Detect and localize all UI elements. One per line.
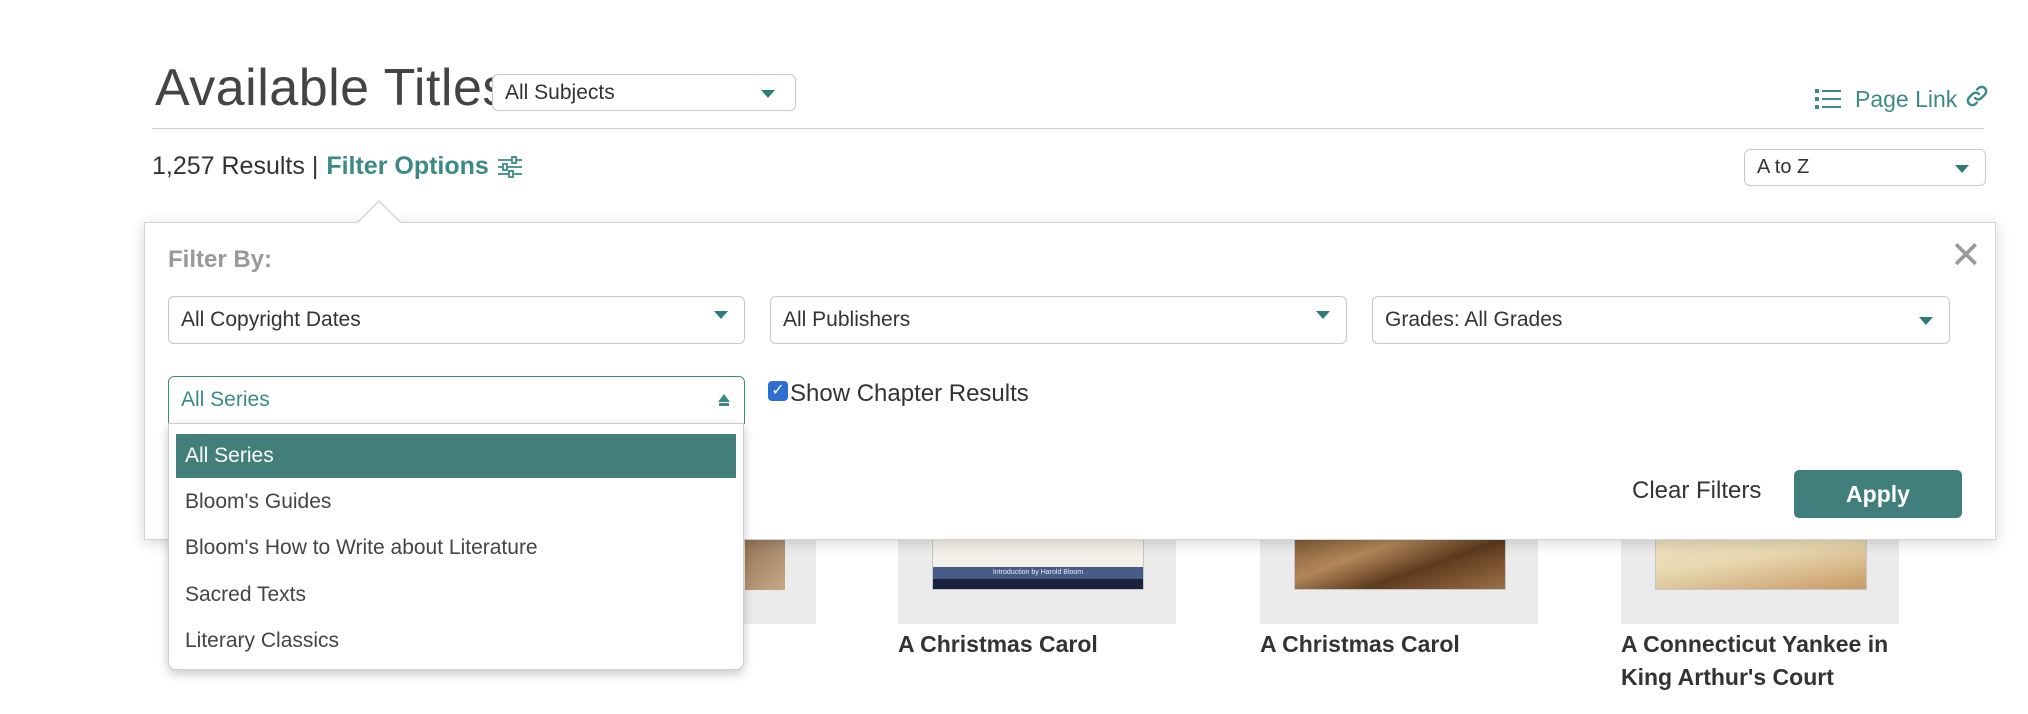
filter-heading: Filter By: [168, 246, 273, 273]
chevron-down-icon [761, 90, 775, 98]
series-option[interactable]: All Series [176, 434, 736, 478]
chevron-down-icon [1955, 165, 1969, 173]
chevron-down-icon [714, 311, 728, 319]
copyright-select-value: All Copyright Dates [181, 308, 361, 331]
show-chapter-label: Show Chapter Results [790, 380, 1029, 407]
grades-select-value: Grades: All Grades [1385, 308, 1563, 331]
subject-select-value: All Subjects [505, 80, 615, 104]
book-title[interactable]: A Christmas Carol [898, 628, 1198, 661]
subject-select[interactable]: All Subjects [492, 74, 796, 111]
panel-pointer-inner [358, 202, 400, 223]
series-option[interactable]: Literary Classics [176, 619, 736, 663]
link-icon [1965, 84, 1989, 114]
sort-select[interactable]: A to Z [1744, 149, 1986, 186]
copyright-select[interactable]: All Copyright Dates [168, 296, 745, 344]
clear-filters-button[interactable]: Clear Filters [1632, 477, 1761, 505]
results-count: 1,257 Results | [152, 152, 319, 180]
sliders-icon[interactable] [497, 155, 523, 179]
filter-options-link[interactable]: Filter Options [326, 152, 489, 181]
page-link[interactable]: Page Link [1815, 84, 1989, 114]
series-option[interactable]: Sacred Texts [176, 573, 736, 617]
book-cover-caption: Introduction by Harold Bloom [992, 569, 1084, 576]
apply-button[interactable]: Apply [1794, 470, 1962, 518]
publisher-select-value: All Publishers [783, 308, 911, 331]
header-divider [152, 128, 1984, 129]
chevron-down-icon [1919, 317, 1933, 325]
page-title: Available Titles [155, 59, 509, 117]
show-chapter-checkbox[interactable]: ✓ [768, 381, 788, 401]
chevron-down-icon [1316, 311, 1330, 319]
close-icon[interactable]: ✕ [1950, 236, 1982, 276]
results-summary: 1,257 Results | Filter Options [152, 152, 523, 181]
sort-select-value: A to Z [1757, 156, 1810, 178]
series-select-value: All Series [181, 388, 270, 411]
series-option[interactable]: Bloom's Guides [176, 480, 736, 524]
grades-select[interactable]: Grades: All Grades [1372, 296, 1950, 344]
caret-base [719, 403, 729, 406]
chevron-up-icon [718, 394, 730, 402]
series-option[interactable]: Bloom's How to Write about Literature [176, 526, 736, 570]
list-icon [1815, 88, 1841, 110]
series-select[interactable]: All Series [168, 376, 745, 424]
publisher-select[interactable]: All Publishers [770, 296, 1347, 344]
series-dropdown-list: All Series Bloom's Guides Bloom's How to… [168, 423, 744, 670]
book-title[interactable]: A Connecticut Yankee in King Arthur's Co… [1621, 628, 1921, 694]
book-title[interactable]: A Christmas Carol [1260, 628, 1560, 661]
page-link-label: Page Link [1855, 85, 1958, 112]
